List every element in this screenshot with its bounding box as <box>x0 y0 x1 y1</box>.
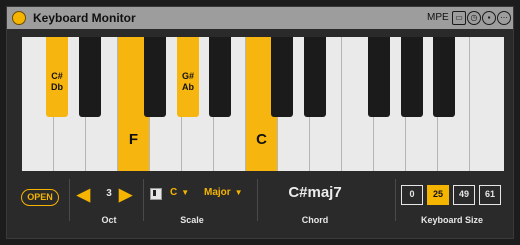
keyboard-size-49-button[interactable]: 49 <box>453 185 475 205</box>
key-label-gs: G# Ab <box>177 71 199 93</box>
power-icon[interactable] <box>12 11 26 25</box>
keyboard-size-0-button[interactable]: 0 <box>401 185 423 205</box>
key-label-cs: C# Db <box>46 71 68 93</box>
white-key-c3[interactable] <box>470 37 504 171</box>
more-icon[interactable]: ⋯ <box>497 11 511 25</box>
save-icon[interactable]: ▪ <box>482 11 496 25</box>
chevron-down-icon: ▼ <box>181 188 190 197</box>
keyboard-size-25-button[interactable]: 25 <box>427 185 449 205</box>
clock-icon[interactable]: ◷ <box>467 11 481 25</box>
key-label-f: F <box>128 131 139 148</box>
black-key-gs1[interactable]: G# Ab <box>177 37 199 117</box>
window-icon[interactable]: ▭ <box>452 11 466 25</box>
key-label-cs-sharp: C# <box>51 71 63 81</box>
scale-keyboard-icon[interactable] <box>150 188 162 200</box>
octave-up-icon[interactable]: ▶ <box>119 185 132 205</box>
chevron-down-icon: ▼ <box>234 188 243 197</box>
chord-display: C#maj7 <box>288 184 342 201</box>
open-button[interactable]: OPEN <box>21 189 59 206</box>
divider <box>143 179 144 221</box>
key-label-ab-flat: Ab <box>182 82 194 92</box>
octave-label: Oct <box>101 215 117 225</box>
octave-value: 3 <box>106 188 112 199</box>
key-label-gs-sharp: G# <box>181 71 194 81</box>
black-key-ds2[interactable] <box>304 37 326 117</box>
black-key-gs2[interactable] <box>401 37 423 117</box>
device-title: Keyboard Monitor <box>33 11 136 25</box>
scale-label: Scale <box>180 215 204 225</box>
keyboard-size-61-button[interactable]: 61 <box>479 185 501 205</box>
black-key-fs2[interactable] <box>368 37 390 117</box>
keyboard-monitor-device: Keyboard Monitor MPE ▭ ◷ ▪ ⋯ F C C# Db G… <box>6 6 514 239</box>
keyboard-size-label: Keyboard Size <box>420 215 484 225</box>
divider <box>395 179 396 221</box>
chord-label: Chord <box>301 215 329 225</box>
mpe-toggle[interactable]: MPE <box>427 12 449 23</box>
black-key-as1[interactable] <box>209 37 231 117</box>
divider <box>69 179 70 221</box>
divider <box>257 179 258 221</box>
piano-keyboard: F C C# Db G# Ab <box>22 37 504 171</box>
key-label-db-flat: Db <box>51 82 63 92</box>
black-key-cs2[interactable] <box>271 37 293 117</box>
octave-down-icon[interactable]: ◀ <box>77 185 90 205</box>
black-key-ds1[interactable] <box>79 37 101 117</box>
scale-mode-select[interactable]: Major ▼ <box>204 187 243 198</box>
scale-root-value: C <box>170 187 178 198</box>
title-bar: Keyboard Monitor MPE ▭ ◷ ▪ ⋯ <box>7 7 513 29</box>
black-key-fs1[interactable] <box>144 37 166 117</box>
scale-root-select[interactable]: C ▼ <box>170 187 189 198</box>
black-key-cs1[interactable]: C# Db <box>46 37 68 117</box>
black-key-as2[interactable] <box>433 37 455 117</box>
scale-mode-value: Major <box>204 187 231 198</box>
key-label-c: C <box>256 131 267 148</box>
controls-bar: OPEN ◀ 3 ▶ Oct C ▼ Major ▼ Scale C#maj7 Ch… <box>7 173 513 239</box>
